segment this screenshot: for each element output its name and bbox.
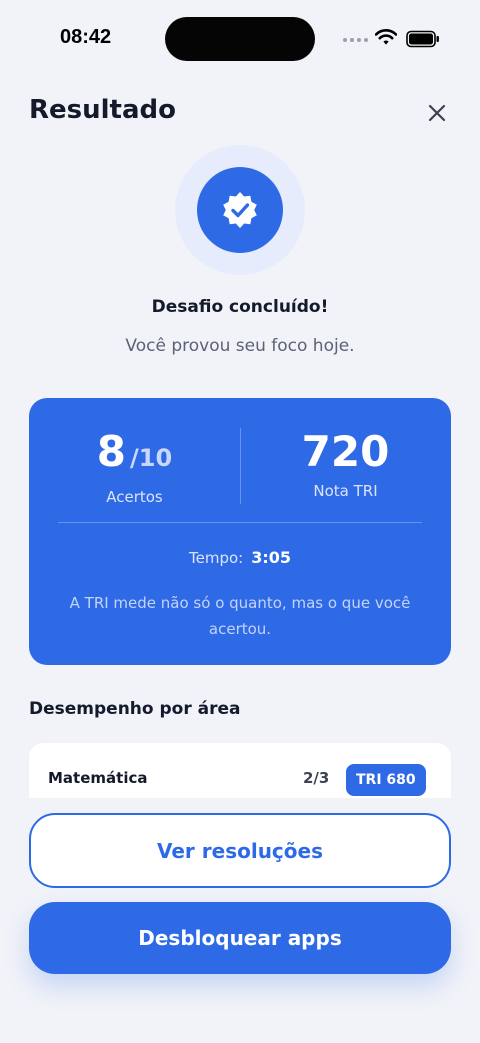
tri-stat: 720 Nota TRI [240,427,451,501]
card-divider [58,522,422,523]
area-name: Matemática [48,769,148,787]
battery-icon [406,30,439,48]
status-time: 08:42 [60,26,112,48]
tri-note: A TRI mede não só o quanto, mas o que vo… [69,594,411,638]
tri-label: Nota TRI [313,482,378,500]
verified-check-badge-icon [197,167,283,253]
page-title: Resultado [29,95,176,125]
time-row: Tempo: 3:05 [29,548,451,567]
status-bar: 08:42 [0,0,480,80]
correct-count: 8 [96,427,127,476]
correct-label: Acertos [106,488,163,506]
area-tri-badge: TRI 680 [346,764,426,796]
correct-stat: 8/10 Acertos [29,427,240,507]
cellular-dots-icon [343,38,368,42]
close-icon [428,104,446,122]
completion-subtitle: Você provou seu foco hoje. [125,336,355,356]
time-value: 3:05 [251,548,291,567]
dynamic-island [165,17,315,61]
close-button[interactable] [420,96,454,130]
score-card: 8/10 Acertos 720 Nota TRI Tempo: 3:05 A T… [29,398,451,665]
correct-total: /10 [130,444,173,472]
area-row[interactable]: Matemática 2/3 TRI 680 [29,743,451,803]
time-label: Tempo: [188,549,244,567]
area-score: 2/3 [303,769,330,787]
tri-score: 720 [301,427,390,476]
completion-title: Desafio concluído! [151,297,329,317]
performance-title: Desempenho por área [29,699,241,719]
wifi-icon [375,29,397,45]
unlock-apps-button[interactable]: Desbloquear apps [29,902,451,974]
view-solutions-button[interactable]: Ver resoluções [29,813,451,888]
